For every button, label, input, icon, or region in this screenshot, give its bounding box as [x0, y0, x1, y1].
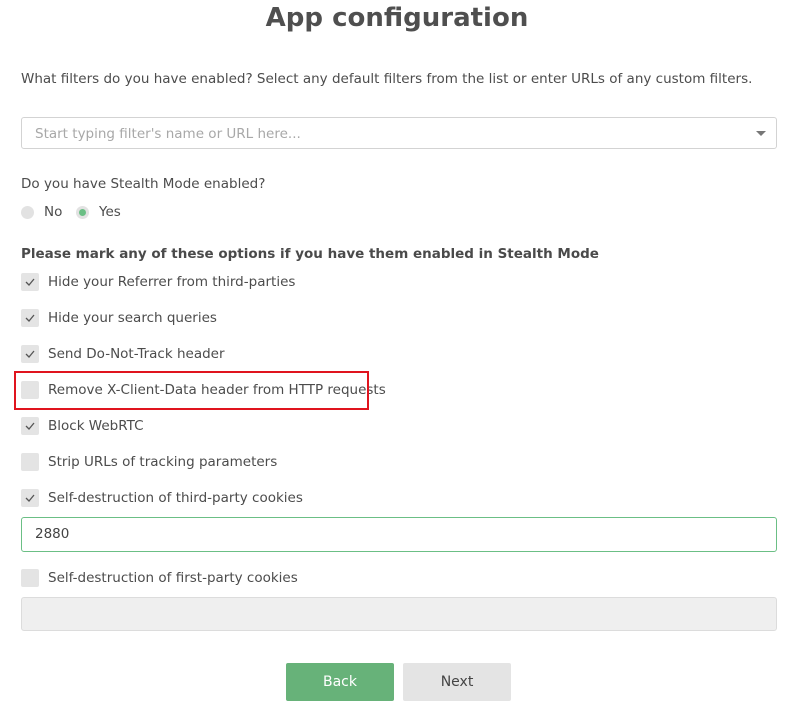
back-button[interactable]: Back	[286, 663, 394, 701]
option-do-not-track[interactable]: Send Do-Not-Track header	[21, 344, 225, 364]
strip-tracking-params-label: Strip URLs of tracking parameters	[48, 454, 278, 470]
hide-referrer-checkbox[interactable]	[21, 273, 39, 291]
do-not-track-checkbox[interactable]	[21, 345, 39, 363]
checkmark-icon	[25, 350, 35, 358]
third-party-cookies-label: Self-destruction of third-party cookies	[48, 490, 303, 506]
radio-no-button[interactable]	[21, 206, 34, 219]
option-block-webrtc[interactable]: Block WebRTC	[21, 416, 144, 436]
radio-no-label: No	[44, 204, 63, 220]
stealth-options-heading: Please mark any of these options if you …	[21, 246, 599, 262]
next-button[interactable]: Next	[403, 663, 511, 701]
app-configuration-page: App configuration What filters do you ha…	[0, 0, 794, 722]
filters-question: What filters do you have enabled? Select…	[21, 71, 753, 87]
checkmark-icon	[25, 422, 35, 430]
first-party-cookies-ttl-input	[21, 597, 777, 631]
checkmark-icon	[25, 314, 35, 322]
filter-select-placeholder: Start typing filter's name or URL here..…	[35, 126, 301, 142]
highlight-box	[14, 371, 369, 410]
strip-tracking-params-checkbox[interactable]	[21, 453, 39, 471]
do-not-track-label: Send Do-Not-Track header	[48, 346, 225, 362]
third-party-cookies-checkbox[interactable]	[21, 489, 39, 507]
block-webrtc-label: Block WebRTC	[48, 418, 144, 434]
option-strip-tracking-params[interactable]: Strip URLs of tracking parameters	[21, 452, 277, 472]
stealth-radio-yes[interactable]: Yes	[76, 203, 126, 221]
filter-select[interactable]: Start typing filter's name or URL here..…	[21, 117, 777, 149]
radio-yes-button[interactable]	[76, 206, 89, 219]
chevron-down-icon[interactable]	[756, 131, 766, 136]
option-hide-referrer[interactable]: Hide your Referrer from third-parties	[21, 272, 295, 292]
third-party-cookies-ttl-input[interactable]: 2880	[21, 517, 777, 552]
option-third-party-cookies[interactable]: Self-destruction of third-party cookies	[21, 488, 303, 508]
block-webrtc-checkbox[interactable]	[21, 417, 39, 435]
stealth-radio-no[interactable]: No	[21, 203, 71, 221]
checkmark-icon	[25, 278, 35, 286]
option-hide-search-queries[interactable]: Hide your search queries	[21, 308, 221, 328]
option-first-party-cookies[interactable]: Self-destruction of first-party cookies	[21, 568, 298, 588]
hide-referrer-label: Hide your Referrer from third-parties	[48, 274, 296, 290]
page-title: App configuration	[265, 3, 529, 33]
stealth-mode-question: Do you have Stealth Mode enabled?	[21, 176, 266, 192]
checkmark-icon	[25, 494, 35, 502]
first-party-cookies-label: Self-destruction of first-party cookies	[48, 570, 298, 586]
first-party-cookies-checkbox[interactable]	[21, 569, 39, 587]
radio-yes-label: Yes	[99, 204, 121, 220]
hide-search-queries-label: Hide your search queries	[48, 310, 217, 326]
hide-search-queries-checkbox[interactable]	[21, 309, 39, 327]
